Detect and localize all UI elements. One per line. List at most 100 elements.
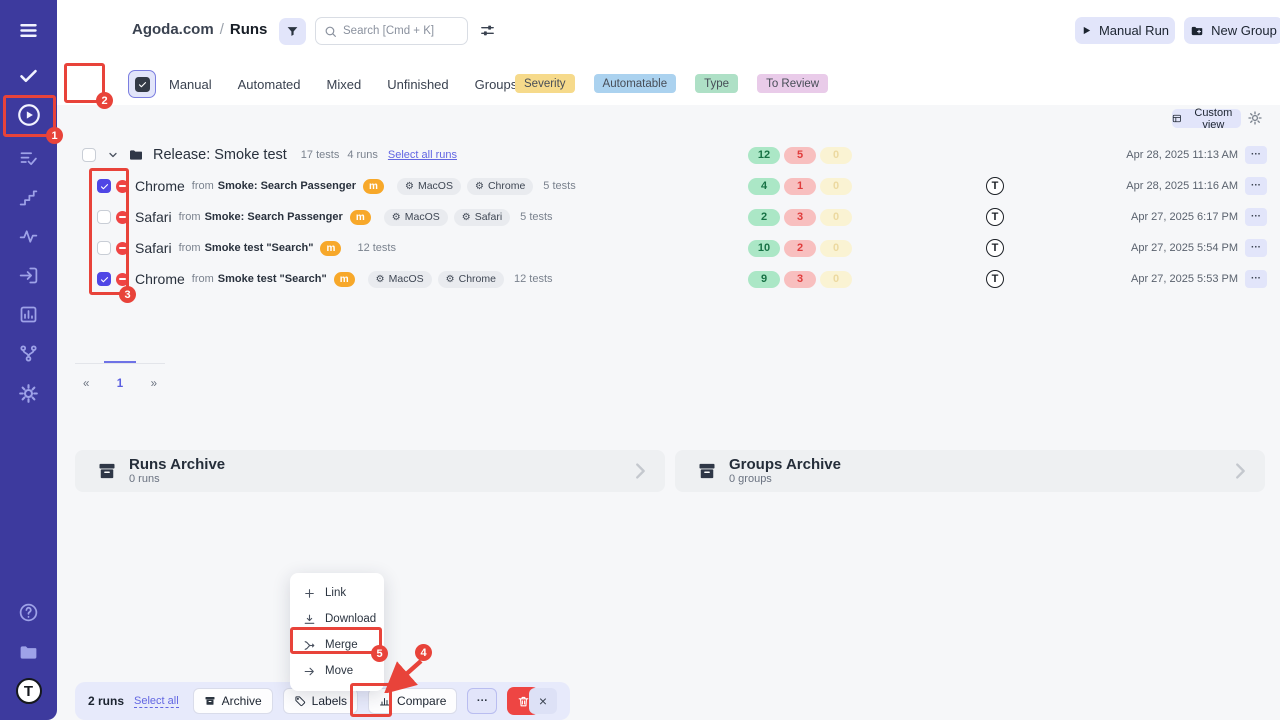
tab-automated[interactable]: Automated: [238, 77, 301, 92]
run-source: Smoke: Search Passenger: [218, 180, 356, 192]
menu-item-merge[interactable]: Merge: [290, 632, 384, 658]
sidebar-item-documents[interactable]: [0, 637, 57, 667]
table-icon: [1172, 113, 1182, 124]
breadcrumb-separator: /: [220, 21, 224, 38]
pagination: « 1 »: [75, 363, 165, 390]
row-checkbox[interactable]: [97, 272, 111, 286]
menu-item-move[interactable]: Move: [290, 658, 384, 684]
compare-button[interactable]: Compare: [368, 688, 457, 714]
app-screen: T Agoda.com / Runs Manual Run: [0, 0, 1280, 720]
run-more-button[interactable]: ···: [1245, 208, 1267, 226]
sidebar-item-test-cases[interactable]: [0, 60, 57, 90]
pagination-next[interactable]: »: [151, 376, 157, 390]
tab-groups[interactable]: Groups: [475, 77, 518, 92]
assignee-avatar: T: [986, 177, 1004, 195]
row-checkbox[interactable]: [97, 241, 111, 255]
groups-archive-card[interactable]: Groups Archive 0 groups: [675, 450, 1265, 492]
select-all-runs-link[interactable]: Select all runs: [388, 149, 457, 161]
view-settings-button[interactable]: [1247, 110, 1263, 126]
search-settings-button[interactable]: [477, 22, 497, 42]
group-name[interactable]: Release: Smoke test: [153, 147, 287, 163]
menu-button[interactable]: [0, 15, 57, 45]
close-selection-button[interactable]: ×: [529, 688, 557, 714]
download-icon: [303, 613, 316, 626]
minus-circle-icon: [116, 211, 129, 224]
run-more-button[interactable]: ···: [1245, 270, 1267, 288]
sidebar-item-test-plans[interactable]: [0, 143, 57, 173]
env-pill: ⚙MacOS: [384, 209, 448, 226]
sliders-icon: [479, 22, 496, 39]
group-checkbox[interactable]: [82, 148, 96, 162]
sidebar-item-runs[interactable]: [0, 100, 57, 130]
pill-severity[interactable]: Severity: [515, 74, 575, 93]
compare-chart-icon: [379, 695, 391, 707]
labels-button[interactable]: Labels: [283, 688, 358, 714]
funnel-icon: [286, 25, 299, 38]
labels-label: Labels: [312, 694, 347, 708]
test-list-icon: [18, 148, 39, 169]
manual-run-label: Manual Run: [1099, 23, 1169, 38]
menu-item-download[interactable]: Download: [290, 606, 384, 632]
run-title[interactable]: Chrome: [135, 178, 185, 194]
failed-badge: 2: [784, 240, 816, 257]
manual-run-button[interactable]: Manual Run: [1075, 17, 1175, 44]
select-all-link[interactable]: Select all: [134, 695, 179, 708]
run-title[interactable]: Safari: [135, 209, 172, 225]
mode-badge: m: [363, 179, 384, 194]
row-checkbox[interactable]: [97, 179, 111, 193]
bulk-more-button[interactable]: ···: [467, 688, 497, 714]
steps-icon: [18, 187, 39, 208]
page-title: Runs: [230, 21, 268, 38]
filter-pills: Severity Automatable Type To Review: [515, 74, 828, 93]
groups-archive-subtitle: 0 groups: [729, 473, 841, 485]
search-icon: [324, 25, 337, 38]
pill-to-review[interactable]: To Review: [757, 74, 828, 93]
sidebar-item-defects[interactable]: [0, 221, 57, 251]
group-row: Release: Smoke test 17 tests 4 runs Sele…: [75, 142, 1270, 168]
run-date: Apr 28, 2025 11:16 AM: [1126, 180, 1238, 192]
minus-circle-icon: [116, 242, 129, 255]
run-title[interactable]: Safari: [135, 240, 172, 256]
run-more-button[interactable]: ···: [1245, 177, 1267, 195]
plus-icon: [303, 587, 316, 600]
tab-unfinished[interactable]: Unfinished: [387, 77, 448, 92]
search-box[interactable]: [315, 17, 468, 45]
archive-button[interactable]: Archive: [193, 688, 273, 714]
minus-circle-icon: [116, 273, 129, 286]
check-icon: [18, 65, 39, 86]
help-icon: [18, 602, 39, 623]
pill-automatable[interactable]: Automatable: [594, 74, 677, 93]
pagination-page-1[interactable]: 1: [117, 376, 123, 390]
tab-mixed[interactable]: Mixed: [327, 77, 362, 92]
checkbox-icon: [135, 77, 150, 92]
sidebar-item-reports[interactable]: [0, 299, 57, 329]
skipped-badge: 0: [820, 147, 852, 164]
custom-view-button[interactable]: Custom view: [1172, 109, 1241, 128]
pill-type[interactable]: Type: [695, 74, 738, 93]
tab-manual[interactable]: Manual: [169, 77, 212, 92]
assignee-avatar: T: [986, 270, 1004, 288]
sidebar-item-requirements[interactable]: [0, 260, 57, 290]
sidebar-avatar[interactable]: T: [0, 676, 57, 706]
chevron-down-icon[interactable]: [107, 149, 119, 161]
merge-icon: [303, 639, 316, 652]
filter-button[interactable]: [279, 18, 306, 45]
group-more-button[interactable]: ···: [1245, 146, 1267, 164]
skipped-badge: 0: [820, 209, 852, 226]
sidebar-item-settings[interactable]: [0, 378, 57, 408]
row-checkbox[interactable]: [97, 210, 111, 224]
pagination-prev[interactable]: «: [83, 376, 89, 390]
menu-item-link[interactable]: Link: [290, 580, 384, 606]
search-input[interactable]: [343, 25, 453, 37]
multi-select-toggle-button[interactable]: [128, 70, 156, 98]
sidebar-item-traceability[interactable]: [0, 338, 57, 368]
sidebar-item-help[interactable]: [0, 597, 57, 627]
runs-archive-card[interactable]: Runs Archive 0 runs: [75, 450, 665, 492]
run-row: Chrome from Smoke test "Search" m ⚙MacOS…: [75, 266, 1270, 292]
run-title[interactable]: Chrome: [135, 271, 185, 287]
new-group-button[interactable]: New Group: [1184, 17, 1280, 44]
sidebar-item-milestones[interactable]: [0, 182, 57, 212]
breadcrumb-project[interactable]: Agoda.com: [132, 21, 214, 38]
move-arrow-icon: [303, 665, 316, 678]
run-more-button[interactable]: ···: [1245, 239, 1267, 257]
